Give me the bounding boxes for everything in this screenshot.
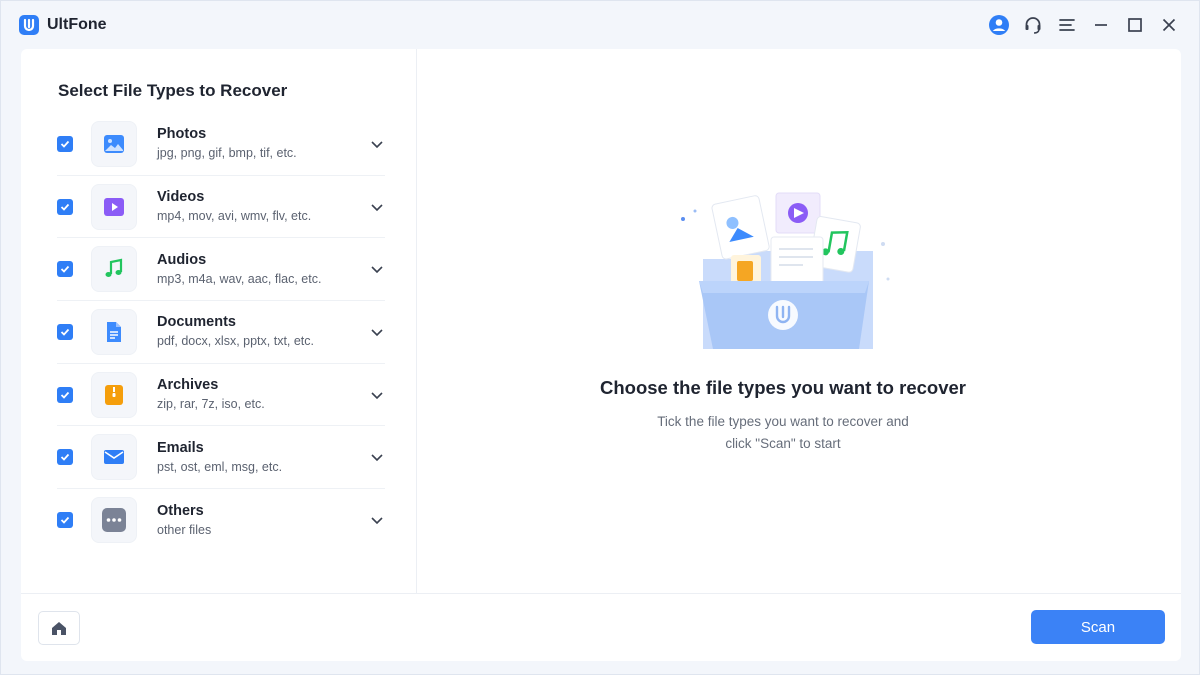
file-type-row-photos[interactable]: Photos jpg, png, gif, bmp, tif, etc. xyxy=(57,113,385,176)
maximize-button[interactable] xyxy=(1123,13,1147,37)
document-icon xyxy=(107,321,121,342)
maximize-icon xyxy=(1128,18,1142,32)
close-button[interactable] xyxy=(1157,13,1181,37)
file-type-text: Photos jpg, png, gif, bmp, tif, etc. xyxy=(157,125,369,162)
checkmark-icon xyxy=(60,203,70,211)
more-icon xyxy=(102,508,126,533)
file-type-name: Documents xyxy=(157,314,236,331)
archive-icon-tile xyxy=(91,371,137,418)
brand: UltFone xyxy=(19,15,107,35)
file-type-extensions: zip, rar, 7z, iso, etc. xyxy=(157,397,265,412)
file-type-name: Audios xyxy=(157,251,207,268)
file-type-extensions: mp3, m4a, wav, aac, flac, etc. xyxy=(157,271,322,286)
minimize-button[interactable] xyxy=(1089,13,1113,37)
account-button[interactable] xyxy=(987,13,1011,37)
menu-icon xyxy=(1059,19,1075,31)
file-type-text: Documents pdf, docx, xlsx, pptx, txt, et… xyxy=(157,313,369,350)
file-type-row-others[interactable]: Others other files xyxy=(57,489,385,552)
headset-icon xyxy=(1025,17,1041,34)
file-type-row-emails[interactable]: Emails pst, ost, eml, msg, etc. xyxy=(57,426,385,490)
instruction-panel: Choose the file types you want to recove… xyxy=(418,49,1181,593)
archives-checkbox[interactable] xyxy=(57,386,73,403)
window-controls xyxy=(977,13,1181,37)
file-type-row-archives[interactable]: Archives zip, rar, 7z, iso, etc. xyxy=(57,364,385,427)
photo-icon-tile xyxy=(91,120,137,167)
chevron-down-icon[interactable] xyxy=(369,136,385,152)
chevron-down-icon[interactable] xyxy=(369,512,385,528)
file-type-name: Emails xyxy=(157,439,204,456)
chevron-down-icon[interactable] xyxy=(369,199,385,215)
support-button[interactable] xyxy=(1021,13,1045,37)
folder-files-illustration-icon xyxy=(681,192,890,349)
music-icon xyxy=(105,258,123,278)
file-type-name: Photos xyxy=(157,126,207,143)
document-icon-tile xyxy=(91,308,137,355)
email-icon-tile xyxy=(91,434,137,481)
close-icon xyxy=(1162,18,1176,32)
checkmark-icon xyxy=(60,266,70,274)
chevron-down-icon[interactable] xyxy=(369,387,385,403)
checkmark-icon xyxy=(60,391,70,399)
video-icon-tile xyxy=(91,183,137,230)
file-type-text: Audios mp3, m4a, wav, aac, flac, etc. xyxy=(157,251,369,288)
chevron-down-icon[interactable] xyxy=(369,261,385,277)
file-type-text: Others other files xyxy=(157,502,369,539)
checkmark-icon xyxy=(60,328,70,336)
menu-button[interactable] xyxy=(1055,13,1079,37)
archive-icon xyxy=(105,384,123,405)
photos-checkbox[interactable] xyxy=(57,135,73,152)
title-bar: UltFone xyxy=(1,1,1199,49)
file-types-panel: Select File Types to Recover Photos jpg,… xyxy=(21,49,417,593)
others-checkbox[interactable] xyxy=(57,512,73,529)
panel-title: Select File Types to Recover xyxy=(58,81,288,100)
music-icon-tile xyxy=(91,246,137,293)
ultfone-logo-icon xyxy=(19,15,39,35)
app-title: UltFone xyxy=(47,16,107,33)
app-window: UltFone Select File Types to Recover Pho… xyxy=(0,0,1200,675)
user-icon xyxy=(989,15,1009,35)
instruction-subtext: Tick the file types you want to recover … xyxy=(418,411,1148,455)
file-type-text: Emails pst, ost, eml, msg, etc. xyxy=(157,439,369,476)
file-type-name: Others xyxy=(157,502,204,519)
home-button[interactable] xyxy=(38,611,80,645)
file-type-extensions: other files xyxy=(157,522,212,537)
file-type-row-documents[interactable]: Documents pdf, docx, xlsx, pptx, txt, et… xyxy=(57,301,385,364)
photo-icon xyxy=(104,134,124,153)
checkmark-icon xyxy=(60,454,70,462)
videos-checkbox[interactable] xyxy=(57,198,73,215)
audios-checkbox[interactable] xyxy=(57,261,73,278)
chevron-down-icon[interactable] xyxy=(369,324,385,340)
minimize-icon xyxy=(1095,24,1107,26)
file-type-row-audios[interactable]: Audios mp3, m4a, wav, aac, flac, etc. xyxy=(57,238,385,302)
instruction-line-1: Tick the file types you want to recover … xyxy=(657,414,909,429)
file-type-extensions: mp4, mov, avi, wmv, flv, etc. xyxy=(157,209,312,224)
file-type-extensions: pdf, docx, xlsx, pptx, txt, etc. xyxy=(157,334,315,349)
home-icon xyxy=(52,622,66,635)
more-icon-tile xyxy=(91,497,137,544)
file-type-row-videos[interactable]: Videos mp4, mov, avi, wmv, flv, etc. xyxy=(57,176,385,239)
file-type-text: Videos mp4, mov, avi, wmv, flv, etc. xyxy=(157,188,369,225)
footer-bar: Scan xyxy=(21,593,1181,661)
email-icon xyxy=(104,450,124,465)
file-type-extensions: pst, ost, eml, msg, etc. xyxy=(157,459,283,474)
main-panel: Select File Types to Recover Photos jpg,… xyxy=(21,49,1181,661)
checkmark-icon xyxy=(60,140,70,148)
emails-checkbox[interactable] xyxy=(57,449,73,466)
file-type-text: Archives zip, rar, 7z, iso, etc. xyxy=(157,376,369,413)
instruction-line-2: click "Scan" to start xyxy=(725,436,841,451)
documents-checkbox[interactable] xyxy=(57,323,73,340)
checkmark-icon xyxy=(60,517,70,525)
instruction-headline: Choose the file types you want to recove… xyxy=(600,377,966,398)
file-type-name: Videos xyxy=(157,189,205,206)
scan-button[interactable]: Scan xyxy=(1031,610,1165,644)
file-type-list: Photos jpg, png, gif, bmp, tif, etc. Vid… xyxy=(57,113,385,552)
file-type-extensions: jpg, png, gif, bmp, tif, etc. xyxy=(157,146,297,161)
chevron-down-icon[interactable] xyxy=(369,449,385,465)
video-icon xyxy=(104,197,124,216)
file-type-name: Archives xyxy=(157,377,219,394)
